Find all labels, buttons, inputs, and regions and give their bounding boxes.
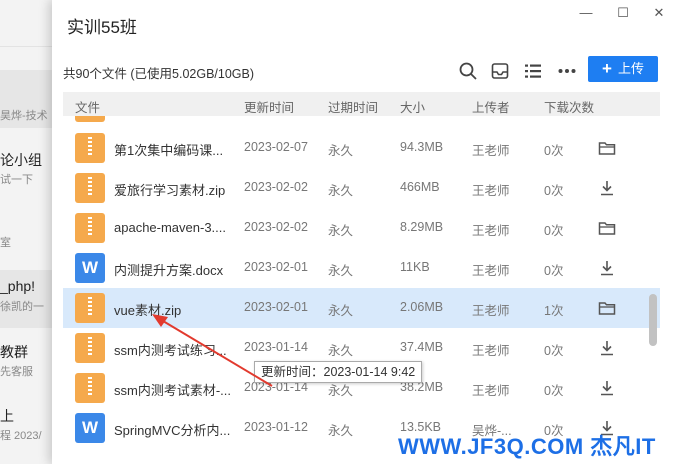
annotation-arrow bbox=[152, 314, 273, 387]
watermark: WWW.JF3Q.COM 杰凡IT bbox=[398, 434, 656, 459]
